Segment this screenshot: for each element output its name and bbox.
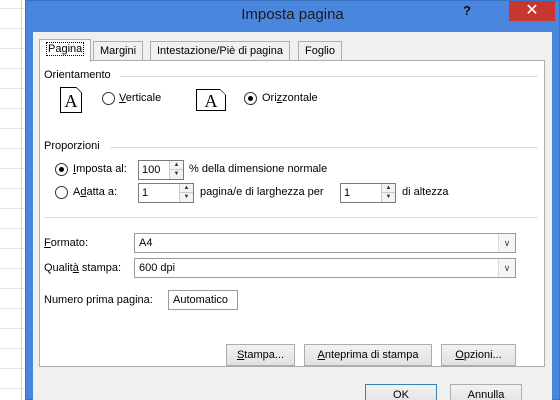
spinner-arrows[interactable]: ▲ ▼ xyxy=(381,184,395,202)
spin-down-icon[interactable]: ▼ xyxy=(382,193,395,202)
page-setup-dialog: Imposta pagina ? ✕ Pagina Margini Intest… xyxy=(25,0,560,400)
ok-button[interactable]: OK xyxy=(365,384,437,400)
chevron-down-icon[interactable]: ∨ xyxy=(498,259,515,277)
fit-wide-spinner[interactable]: 1 ▲ ▼ xyxy=(138,183,194,203)
paper-format-value: A4 xyxy=(139,237,153,249)
options-key: O xyxy=(455,349,464,361)
dialog-client-area: Pagina Margini Intestazione/Piè di pagin… xyxy=(33,32,552,400)
fit-label-post: atta a: xyxy=(86,186,118,198)
print-quality-value: 600 dpi xyxy=(139,262,176,274)
tab-margini[interactable]: Margini xyxy=(93,41,144,61)
cancel-button[interactable]: Annulla xyxy=(450,384,522,400)
fit-tall-spinner[interactable]: 1 ▲ ▼ xyxy=(340,183,396,203)
options-button[interactable]: Opzioni... xyxy=(441,344,516,366)
spin-up-icon[interactable]: ▲ xyxy=(170,161,183,170)
help-icon[interactable]: ? xyxy=(457,1,477,21)
tab-intestazione[interactable]: Intestazione/Piè di pagina xyxy=(150,41,290,61)
page-fold-icon xyxy=(76,87,82,93)
print-preview-button[interactable]: Anteprima di stampa xyxy=(304,344,432,366)
spin-down-icon[interactable]: ▼ xyxy=(170,170,183,179)
page-fold-icon xyxy=(220,89,226,95)
landscape-label-pre: Ori xyxy=(262,92,277,104)
scaling-divider xyxy=(110,147,538,148)
spinner-arrows[interactable]: ▲ ▼ xyxy=(179,184,193,202)
tab-panel-pagina: Orientamento A Verticale A Orizzontale P… xyxy=(39,60,545,367)
print-post: tampa... xyxy=(244,349,285,361)
orientation-group-label: Orientamento xyxy=(44,69,111,81)
print-button[interactable]: Stampa... xyxy=(226,344,295,366)
spin-down-icon[interactable]: ▼ xyxy=(180,193,193,202)
first-page-input[interactable]: Automatico xyxy=(168,290,238,310)
dialog-titlebar[interactable]: Imposta pagina ? ✕ xyxy=(26,1,559,31)
landscape-icon-letter: A xyxy=(204,91,218,111)
landscape-page-icon: A xyxy=(196,89,226,111)
chevron-down-icon[interactable]: ∨ xyxy=(498,234,515,252)
portrait-label[interactable]: Verticale xyxy=(119,92,161,104)
spreadsheet-column-left xyxy=(0,0,22,400)
landscape-radio[interactable] xyxy=(244,92,257,105)
portrait-radio[interactable] xyxy=(102,92,115,105)
paper-format-select[interactable]: A4 ∨ xyxy=(134,233,516,253)
fit-to-label[interactable]: Adatta a: xyxy=(73,186,117,198)
portrait-label-key: V xyxy=(119,92,126,104)
format-label-post: ormato: xyxy=(50,237,89,249)
adjust-label-post: mposta al: xyxy=(76,163,127,175)
tab-pagina[interactable]: Pagina xyxy=(39,39,92,62)
quality-label: Qualità stampa: xyxy=(44,262,121,274)
options-post: pzioni... xyxy=(463,349,502,361)
first-page-label: Numero prima pagina: xyxy=(44,294,153,306)
format-label: Formato: xyxy=(44,237,88,249)
fit-tall-value: 1 xyxy=(344,187,351,199)
quality-label-post: stampa: xyxy=(78,262,122,274)
spin-up-icon[interactable]: ▲ xyxy=(382,184,395,193)
fit-to-radio[interactable] xyxy=(55,186,68,199)
tab-foglio[interactable]: Foglio xyxy=(298,41,342,61)
fit-wide-value: 1 xyxy=(142,187,149,199)
adjust-percent-spinner[interactable]: 100 ▲ ▼ xyxy=(138,160,184,180)
fit-middle-text: pagina/e di larghezza per xyxy=(200,186,324,198)
preview-key: A xyxy=(317,349,325,361)
tab-label: Pagina xyxy=(46,42,85,56)
dialog-title: Imposta pagina xyxy=(241,6,344,23)
adjust-percent-value: 100 xyxy=(142,164,161,176)
preview-post: nteprima di stampa xyxy=(324,349,419,361)
print-quality-select[interactable]: 600 dpi ∨ xyxy=(134,258,516,278)
fit-suffix: di altezza xyxy=(402,186,449,198)
spin-up-icon[interactable]: ▲ xyxy=(180,184,193,193)
landscape-label-post: zontale xyxy=(282,92,318,104)
close-icon[interactable]: ✕ xyxy=(509,1,555,21)
portrait-label-post: erticale xyxy=(125,92,162,104)
quality-label-pre: Qualit xyxy=(44,262,73,274)
landscape-label[interactable]: Orizzontale xyxy=(262,92,318,104)
adjust-to-label[interactable]: Imposta al: xyxy=(73,163,127,175)
orientation-divider xyxy=(120,76,538,77)
spinner-arrows[interactable]: ▲ ▼ xyxy=(169,161,183,179)
portrait-page-icon: A xyxy=(60,87,82,113)
portrait-icon-letter: A xyxy=(64,91,78,111)
scaling-group-label: Proporzioni xyxy=(44,140,100,152)
paper-divider xyxy=(44,217,538,218)
adjust-to-radio[interactable] xyxy=(55,163,68,176)
format-label-key: F xyxy=(44,237,51,249)
adjust-suffix: % della dimensione normale xyxy=(189,163,328,175)
